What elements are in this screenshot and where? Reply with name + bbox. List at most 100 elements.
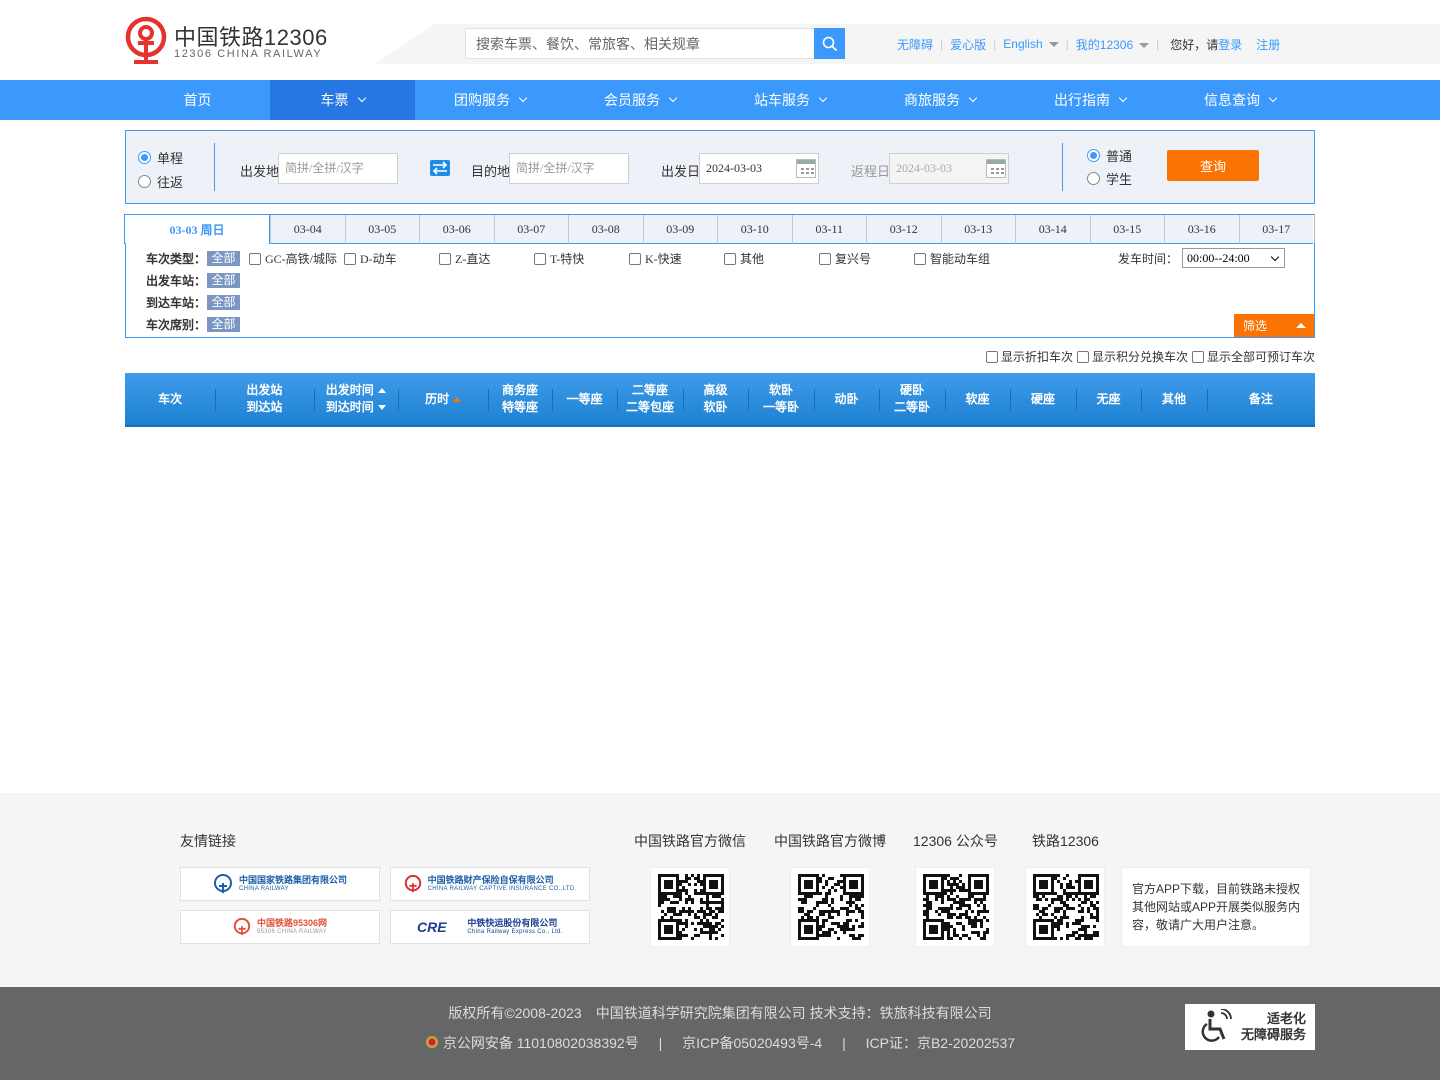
train-type-all-tag[interactable]: 全部 [207, 251, 240, 266]
nav-item[interactable]: 首页 [125, 80, 270, 120]
care-version-link[interactable]: 爱心版 [950, 36, 986, 53]
col-times[interactable]: 出发时间 到达时间 [313, 373, 398, 425]
passenger-normal-radio[interactable]: 普通 [1087, 146, 1132, 165]
partner-name-en: China Railway Express Co., Ltd. [467, 929, 563, 935]
train-type-option[interactable]: T-特快 [534, 250, 584, 267]
col-emu-sleeper: 动卧 [813, 373, 880, 425]
register-link[interactable]: 注册 [1256, 36, 1280, 53]
seat-all-tag[interactable]: 全部 [207, 317, 240, 332]
passenger-student-radio[interactable]: 学生 [1087, 169, 1132, 188]
sort-down-icon[interactable] [377, 405, 386, 411]
from-station-all-tag[interactable]: 全部 [207, 273, 240, 288]
date-tab[interactable]: 03-05 [344, 215, 419, 244]
sort-up-icon[interactable] [377, 388, 386, 394]
calendar-icon[interactable] [796, 159, 816, 178]
date-tab[interactable]: 03-12 [866, 215, 941, 244]
partner-95306[interactable]: 中国铁路95306网 95306 CHINA RAILWAY [180, 910, 380, 944]
col-remark-label: 备注 [1248, 391, 1273, 406]
calendar-icon[interactable] [986, 159, 1006, 178]
query-button[interactable]: 查询 [1167, 150, 1259, 181]
train-type-option[interactable]: D-动车 [344, 250, 397, 267]
passenger-student-label: 学生 [1106, 172, 1133, 187]
trip-round-radio[interactable]: 往返 [138, 172, 183, 191]
wheelchair-icon [1201, 1009, 1232, 1042]
aging-service-badge[interactable]: 适老化 无障碍服务 [1185, 1004, 1315, 1050]
qr-code-icon [658, 874, 724, 940]
train-type-option[interactable]: 复兴号 [819, 250, 871, 267]
login-link[interactable]: 登录 [1218, 36, 1242, 53]
date-tab[interactable]: 03-04 [270, 215, 345, 244]
col-first-sleeper-label: 一等卧 [762, 400, 799, 414]
nav-item[interactable]: 团购服务 [415, 80, 565, 120]
train-type-label: T-特快 [550, 252, 585, 266]
nav-item-label: 首页 [183, 92, 212, 108]
nav-item[interactable]: 商旅服务 [865, 80, 1015, 120]
date-tab[interactable]: 03-13 [940, 215, 1015, 244]
collapse-arrow-icon [1296, 323, 1306, 328]
search-button[interactable] [814, 28, 845, 59]
railway-logo-icon [125, 16, 167, 64]
trip-one-way-radio[interactable]: 单程 [138, 148, 183, 167]
checkbox-icon [819, 252, 831, 265]
train-type-option[interactable]: Z-直达 [439, 250, 490, 267]
icp-link[interactable]: 京ICP备05020493号-4 [682, 1035, 822, 1051]
to-station-input[interactable]: 简拼/全拼/汉字 [509, 153, 629, 184]
icp-license-link[interactable]: ICP证：京B2-20202537 [866, 1035, 1015, 1051]
divider [1062, 143, 1063, 191]
filter-toggle-button[interactable]: 筛选 [1234, 314, 1314, 337]
depart-date-input[interactable]: 2024-03-03 [699, 153, 819, 184]
to-station-all-tag[interactable]: 全部 [207, 295, 240, 310]
chevron-down-icon [518, 93, 528, 103]
train-type-option[interactable]: K-快速 [629, 250, 682, 267]
swap-stations-icon[interactable] [430, 160, 450, 176]
train-type-label: D-动车 [360, 252, 397, 266]
dep-time-select[interactable]: 00:00--24:00 [1182, 248, 1285, 268]
nav-item[interactable]: 车票 [270, 80, 415, 120]
nav-item[interactable]: 信息查询 [1165, 80, 1315, 120]
train-type-option[interactable]: GC-高铁/城际 [249, 250, 337, 267]
train-type-option[interactable]: 其他 [724, 250, 764, 267]
date-tab[interactable]: 03-11 [791, 215, 866, 244]
date-tab[interactable]: 03-09 [642, 215, 717, 244]
date-tab[interactable]: 03-10 [717, 215, 792, 244]
search-input[interactable] [466, 29, 815, 58]
date-tab[interactable]: 03-06 [419, 215, 494, 244]
nav-item-label: 车票 [320, 92, 349, 108]
nav-item[interactable]: 站车服务 [715, 80, 865, 120]
col-duration[interactable]: 历时 [397, 373, 488, 425]
date-tab[interactable]: 03-16 [1164, 215, 1239, 244]
partner-china-railway[interactable]: 中国国家铁路集团有限公司 CHINA RAILWAY [180, 867, 380, 901]
chevron-down-icon [1048, 42, 1059, 48]
sort-up-icon [453, 396, 462, 402]
date-tab[interactable]: 03-14 [1015, 215, 1090, 244]
nav-item[interactable]: 出行指南 [1015, 80, 1165, 120]
from-station-input[interactable]: 简拼/全拼/汉字 [278, 153, 398, 184]
col-hard-seat-label: 硬座 [1030, 391, 1055, 406]
col-soft-sleeper: 软卧 一等卧 [748, 373, 814, 425]
col-hard-sleeper: 硬卧 二等卧 [879, 373, 945, 425]
date-tab[interactable]: 03-07 [493, 215, 568, 244]
points-option[interactable]: 显示积分兑换车次 [1076, 348, 1188, 365]
police-beian-link[interactable]: 京公网安备 11010802038392号 [443, 1035, 639, 1051]
my12306-menu[interactable]: 我的12306 [1076, 36, 1150, 53]
return-date-input[interactable]: 2024-03-03 [889, 153, 1009, 184]
language-select[interactable]: English [1003, 37, 1059, 51]
date-tab[interactable]: 03-08 [568, 215, 643, 244]
public-account-qr-code [915, 867, 995, 947]
accessible-link[interactable]: 无障碍 [897, 36, 933, 53]
date-tab[interactable]: 03-17 [1238, 215, 1313, 244]
logo[interactable]: 中国铁路12306 12306 CHINA RAILWAY [124, 14, 334, 66]
all-bookable-option[interactable]: 显示全部可预订车次 [1191, 348, 1315, 365]
partner-cre-express[interactable]: CRE 中铁快运股份有限公司 China Railway Express Co.,… [390, 910, 590, 944]
date-tab[interactable]: 03-15 [1089, 215, 1164, 244]
col-hard-seat: 硬座 [1010, 373, 1076, 425]
date-tab-current[interactable]: 03-03 周日 [125, 215, 270, 244]
col-other-label: 其他 [1161, 391, 1186, 406]
train-type-option[interactable]: 智能动车组 [914, 250, 990, 267]
partner-insurance[interactable]: 中国铁路财产保险自保有限公司 CHINA RAILWAY CAPTIVE INSU… [390, 867, 590, 901]
nav-item[interactable]: 会员服务 [565, 80, 715, 120]
train-type-label: Z-直达 [455, 252, 491, 266]
filter-button-label: 筛选 [1243, 319, 1268, 333]
qr-code-icon [798, 874, 864, 940]
discount-option[interactable]: 显示折扣车次 [985, 348, 1073, 365]
